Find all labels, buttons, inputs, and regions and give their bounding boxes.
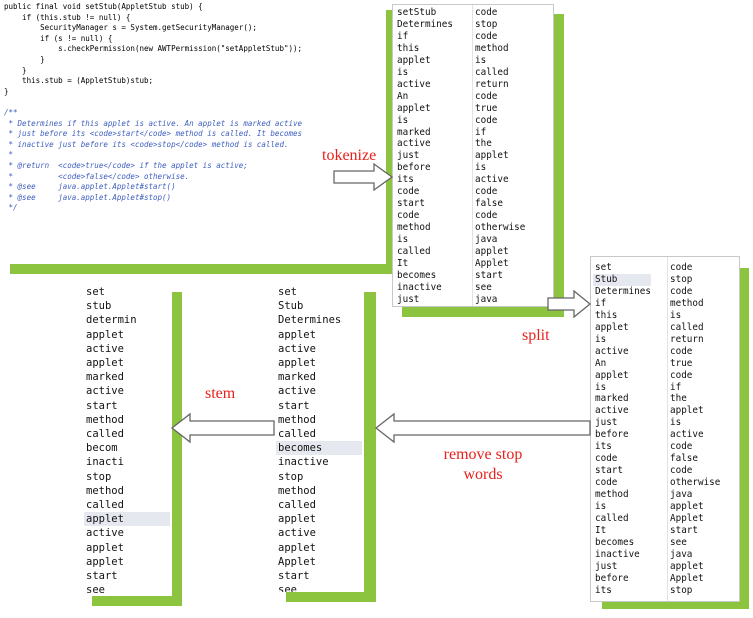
stem-label: stem [205,385,236,402]
tokenize-arrow [333,162,394,192]
split-label: split [522,327,550,344]
remove-stop-words-arrow [374,412,591,444]
remove-stop-words-label: remove stop words [428,445,538,485]
remove-stop-words-label-line2: words [463,466,503,483]
stem-arrow [170,412,275,444]
tokenize-label: tokenize [322,147,377,164]
split-arrow [547,289,592,319]
remove-stop-words-label-line1: remove stop [443,446,523,463]
flow-arrows [170,162,592,444]
